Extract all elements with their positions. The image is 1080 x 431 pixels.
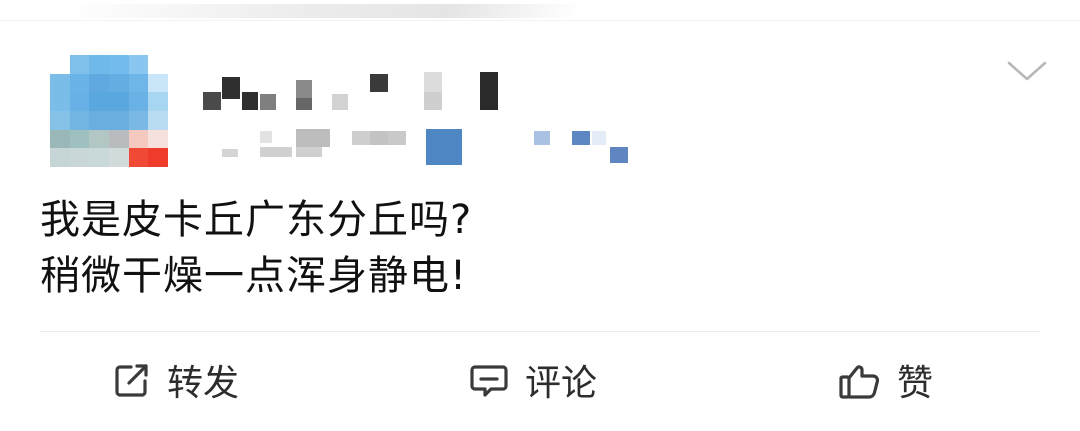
thumbs-up-icon <box>839 365 880 399</box>
comment-icon <box>470 365 508 397</box>
like-label: 赞 <box>897 363 934 404</box>
share-icon <box>115 364 148 397</box>
repost-label: 转发 <box>167 363 240 404</box>
repost-button[interactable]: 转发 <box>113 350 239 410</box>
post-meta-redacted <box>220 125 640 170</box>
like-button[interactable]: 赞 <box>837 350 933 410</box>
post-line-1: 我是皮卡丘广东分丘吗? <box>40 197 473 243</box>
avatar[interactable] <box>50 55 168 167</box>
top-shadow <box>55 4 585 18</box>
post-line-2: 稍微干燥一点浑身静电! <box>40 253 468 299</box>
username-redacted[interactable] <box>200 70 520 115</box>
comment-button[interactable]: 评论 <box>469 350 597 410</box>
more-options-chevron[interactable] <box>1005 58 1049 84</box>
divider <box>40 331 1040 332</box>
post-text: 我是皮卡丘广东分丘吗? 稍微干燥一点浑身静电! <box>40 192 1040 304</box>
top-strip <box>0 0 1080 21</box>
chevron-down-icon <box>1007 61 1047 81</box>
comment-label: 评论 <box>525 363 598 404</box>
